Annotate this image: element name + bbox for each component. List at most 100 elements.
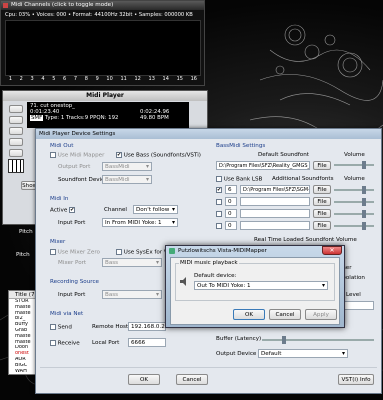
soundfont-volume-slider[interactable]: [334, 186, 374, 194]
use-mixer-zero-checkbox[interactable]: Use Mixer Zero: [50, 249, 100, 256]
soundfont-file-button[interactable]: File: [313, 209, 331, 218]
midimapper-body: MIDI music playback Default device: Out …: [170, 257, 340, 325]
channel-select[interactable]: Don't follow: [133, 205, 178, 214]
buffer-label: Buffer (Latency): [216, 336, 262, 342]
default-soundfont-path[interactable]: D:\Program Files\SFZ\Reality_GMGS_falcon: [216, 161, 310, 170]
player-side-button-4[interactable]: [9, 138, 23, 146]
midimapper-title[interactable]: Putzlowitschs Vista-MIDIMapper: [178, 247, 267, 255]
receive-checkbox[interactable]: Receive: [50, 340, 80, 347]
output-device-label: Output Device: [216, 351, 257, 357]
bank-number-input[interactable]: 0: [225, 221, 237, 230]
channel-number[interactable]: 13: [149, 76, 155, 84]
vsti-info-button[interactable]: VST(i) Info: [338, 374, 374, 385]
bank-number-input[interactable]: 6: [225, 185, 237, 194]
recording-input-select[interactable]: Bass: [102, 290, 162, 299]
partial-label-3: Level: [346, 292, 361, 298]
soundfont-row-checkbox[interactable]: [216, 211, 222, 217]
soundfont-file-button[interactable]: File: [313, 197, 331, 206]
app-icon: [3, 3, 8, 8]
player-side-button-3[interactable]: [9, 127, 23, 135]
soundfont-row: 0 File: [216, 209, 376, 221]
use-bass-label: Use Bass (Soundfonts/VSTi): [123, 152, 201, 159]
soundfont-path-input[interactable]: D:\Program Files\SFZ\SGM-V2: [240, 185, 310, 194]
smf-badge: SMF: [30, 115, 44, 121]
midimapper-icon: [169, 248, 175, 254]
soundfont-device-label: Soundfont Device: [58, 177, 108, 183]
piano-keyboard-icon[interactable]: [8, 159, 24, 173]
level-input[interactable]: [344, 301, 374, 310]
midi-out-label: Midi Out: [50, 143, 74, 149]
midi-in-label: Midi In: [50, 196, 69, 202]
channel-number[interactable]: 2: [20, 76, 23, 84]
default-device-select[interactable]: Out To MIDI Yoke: 1: [194, 281, 328, 290]
soundfont-file-button[interactable]: File: [313, 221, 331, 230]
bpm-display: 49.80 BPM: [140, 115, 169, 121]
channel-number[interactable]: 16: [191, 76, 197, 84]
use-midi-mapper-label: Use Midi Mapper: [57, 152, 105, 159]
channel-number[interactable]: 4: [41, 76, 44, 84]
midimapper-dialog: Putzlowitschs Vista-MIDIMapper ✕ MIDI mu…: [165, 245, 345, 328]
channel-number[interactable]: 15: [177, 76, 183, 84]
channel-number[interactable]: 8: [85, 76, 88, 84]
local-port-input[interactable]: 6666: [128, 338, 166, 347]
settings-titlebar[interactable]: Midi Player Device Settings: [36, 129, 381, 139]
soundfont-row-checkbox[interactable]: [216, 223, 222, 229]
bank-number-input[interactable]: 0: [225, 209, 237, 218]
player-side-button-5[interactable]: [9, 149, 23, 157]
channel-label: Channel: [104, 207, 127, 213]
soundfont-path-input[interactable]: [240, 209, 310, 218]
mixer-port-select[interactable]: Bass: [102, 258, 162, 267]
soundfont-row: 0 File: [216, 221, 376, 233]
active-label: Active: [50, 207, 68, 214]
bassmidi-settings-label: BassMidi Settings: [216, 143, 266, 149]
soundfont-path-input[interactable]: [240, 197, 310, 206]
player-side-button-2[interactable]: [9, 116, 23, 124]
channel-number[interactable]: 11: [120, 76, 126, 84]
channel-number[interactable]: 3: [31, 76, 34, 84]
pitch-label: Pitch: [19, 229, 33, 235]
channel-number[interactable]: 7: [74, 76, 77, 84]
channel-number[interactable]: 1: [9, 76, 12, 84]
channel-number[interactable]: 9: [96, 76, 99, 84]
bank-number-input[interactable]: 0: [225, 197, 237, 206]
default-soundfont-file-button[interactable]: File: [313, 161, 331, 170]
soundfont-volume-slider[interactable]: [334, 198, 374, 206]
output-port-select[interactable]: BassMidi: [102, 162, 152, 171]
player-side-button-1[interactable]: [9, 105, 23, 113]
channel-number[interactable]: 12: [134, 76, 140, 84]
song-display: 71. cut onestop_ 0:01:23.40 0:02:24.96 SM…: [27, 102, 189, 128]
soundfont-volume-slider[interactable]: [334, 210, 374, 218]
output-device-select[interactable]: Default: [258, 349, 348, 358]
mapper-ok-button[interactable]: OK: [233, 309, 265, 320]
receive-label: Receive: [57, 340, 80, 347]
midimapper-close-button[interactable]: ✕: [322, 246, 342, 255]
settings-ok-button[interactable]: OK: [128, 374, 160, 385]
mapper-apply-button[interactable]: Apply: [305, 309, 337, 320]
channel-number[interactable]: 14: [163, 76, 169, 84]
recording-source-label: Recording Source: [50, 279, 99, 285]
input-port-select[interactable]: In From MIDI Yoke: 1: [102, 218, 178, 227]
default-volume-slider[interactable]: [334, 161, 374, 169]
soundfont-row-checkbox[interactable]: [216, 199, 222, 205]
use-bank-lsb-checkbox[interactable]: Use Bank LSB: [216, 176, 262, 183]
buffer-slider[interactable]: [262, 336, 374, 344]
mapper-cancel-button[interactable]: Cancel: [269, 309, 301, 320]
send-checkbox[interactable]: Send: [50, 324, 72, 331]
settings-cancel-button[interactable]: Cancel: [176, 374, 208, 385]
mixer-port-label: Mixer Port: [58, 260, 87, 266]
soundfont-path-input[interactable]: [240, 221, 310, 230]
active-checkbox[interactable]: Active ✔: [50, 207, 76, 214]
soundfont-file-button[interactable]: File: [313, 185, 331, 194]
player-titlebar[interactable]: Midi Player: [3, 91, 207, 101]
use-midi-mapper-checkbox[interactable]: Use Midi Mapper: [50, 152, 104, 159]
channel-number[interactable]: 10: [106, 76, 112, 84]
channel-number[interactable]: 6: [63, 76, 66, 84]
use-bass-checkbox[interactable]: ✔ Use Bass (Soundfonts/VSTi): [116, 152, 201, 159]
soundfont-device-select[interactable]: BassMidi: [102, 175, 152, 184]
soundfont-row-checkbox[interactable]: ✔: [216, 187, 222, 193]
channels-titlebar[interactable]: Midi Channels (click to toggle mode): [1, 1, 204, 10]
soundfont-volume-slider[interactable]: [334, 222, 374, 230]
channel-number[interactable]: 5: [52, 76, 55, 84]
remote-host-input[interactable]: 192.168.0.254: [128, 322, 166, 331]
use-bank-lsb-label: Use Bank LSB: [223, 176, 263, 183]
